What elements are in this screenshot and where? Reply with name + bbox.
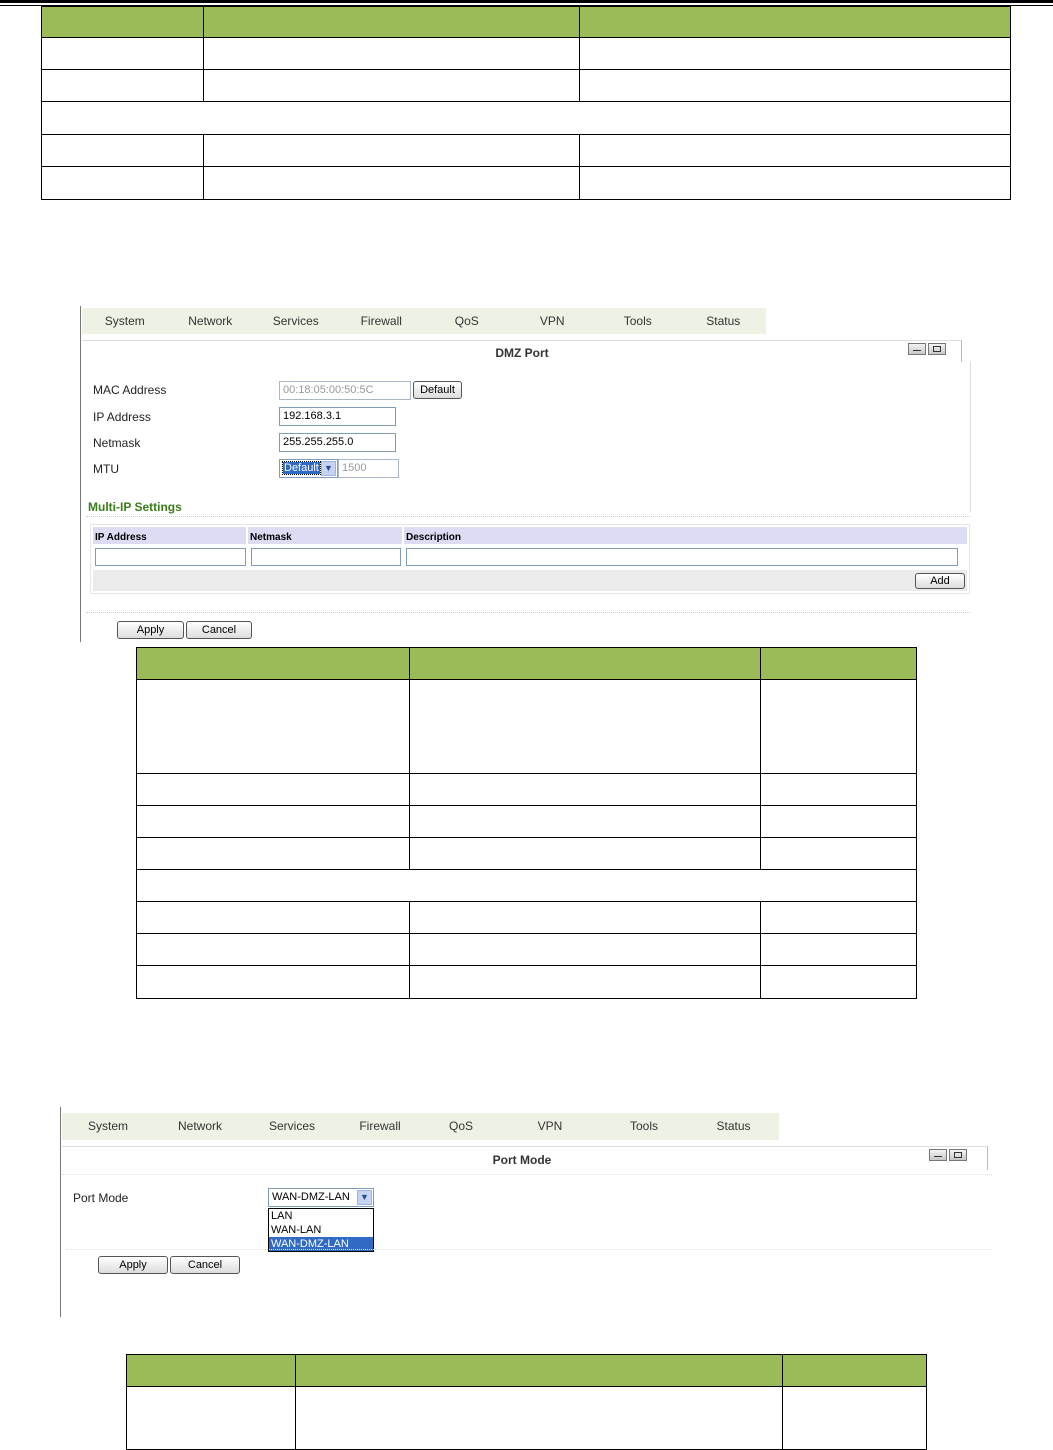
section-divider [86,516,970,517]
title-underline [62,1174,992,1175]
panel-title: DMZ Port [495,346,549,360]
multi-ip-heading: Multi-IP Settings [88,500,182,514]
mtu-select[interactable]: Default ▼ [279,459,338,478]
menu-network[interactable]: Network [168,308,254,334]
multi-ip-address-input[interactable] [95,548,246,566]
multi-ip-netmask-input[interactable] [251,548,401,566]
table-3 [126,1354,927,1450]
menu-vpn[interactable]: VPN [500,1113,600,1140]
port-mode-select-value: WAN-DMZ-LAN [272,1191,350,1203]
table-row [136,901,410,934]
minimize-icon[interactable] [908,343,926,355]
multi-ip-col-netmask: Netmask [248,527,402,544]
table-row [41,166,204,200]
table-row [136,679,410,774]
screenshot-left-border [80,306,81,642]
main-menu: System Network Services Firewall QoS VPN… [82,308,766,334]
cancel-button[interactable]: Cancel [170,1256,240,1274]
default-mac-button[interactable]: Default [413,381,462,399]
mac-address-label: MAC Address [93,383,167,397]
port-mode-select[interactable]: WAN-DMZ-LAN ▼ [268,1188,374,1207]
mtu-input[interactable]: 1500 [338,459,399,478]
table-row [136,933,410,966]
menu-tools[interactable]: Tools [600,1113,688,1140]
table-row [41,69,204,102]
mtu-select-value: Default [282,461,321,475]
maximize-icon[interactable] [928,343,946,355]
window-controls [929,1149,967,1161]
ip-address-input[interactable]: 192.168.3.1 [279,407,396,426]
table-1 [41,6,1011,200]
main-menu: System Network Services Firewall QoS VPN… [62,1113,779,1140]
mac-address-input[interactable]: 00:18:05:00:50:5C [279,381,411,400]
table-2-header [136,647,410,680]
table-row [41,37,204,70]
table-3-header [126,1354,296,1387]
chevron-down-icon: ▼ [321,461,336,476]
add-ip-button[interactable]: Add [915,573,965,589]
table-1-header [41,6,204,38]
bottom-divider [66,1249,992,1250]
ip-address-label: IP Address [93,410,151,424]
table-row-merged [41,101,1011,135]
table-row [41,134,204,167]
menu-services[interactable]: Services [246,1113,338,1140]
menu-status[interactable]: Status [681,308,767,334]
mtu-label: MTU [93,462,119,476]
menu-services[interactable]: Services [253,308,339,334]
maximize-icon[interactable] [949,1149,967,1161]
menu-firewall[interactable]: Firewall [338,1113,422,1140]
window-controls [908,343,946,355]
netmask-input[interactable]: 255.255.255.0 [279,433,396,452]
port-mode-label: Port Mode [73,1191,129,1205]
table-2 [136,647,917,999]
multi-ip-col-ip: IP Address [93,527,246,544]
menu-network[interactable]: Network [154,1113,246,1140]
screenshot-left-border [60,1107,61,1317]
menu-qos[interactable]: QoS [422,1113,500,1140]
panel-title: Port Mode [492,1153,552,1167]
table-row [136,837,410,870]
bottom-divider [86,612,970,613]
menu-vpn[interactable]: VPN [510,308,596,334]
table-row [136,805,410,838]
table-row [136,773,410,806]
multi-ip-footer [93,570,967,591]
port-mode-option-wan-lan[interactable]: WAN-LAN [269,1223,373,1237]
multi-ip-description-input[interactable] [406,548,958,566]
apply-button[interactable]: Apply [117,621,184,639]
table-row [136,965,410,999]
page-top-rule [0,0,1053,3]
menu-status[interactable]: Status [688,1113,779,1140]
minimize-icon[interactable] [929,1149,947,1161]
table-row-merged [136,869,917,902]
menu-qos[interactable]: QoS [424,308,510,334]
menu-firewall[interactable]: Firewall [339,308,425,334]
port-mode-dropdown: LAN WAN-LAN WAN-DMZ-LAN [268,1208,374,1252]
menu-system[interactable]: System [62,1113,154,1140]
port-mode-option-lan[interactable]: LAN [269,1209,373,1223]
cancel-button[interactable]: Cancel [186,621,252,639]
menu-system[interactable]: System [82,308,168,334]
menu-tools[interactable]: Tools [595,308,681,334]
table-row [126,1386,296,1450]
panel-right-edge [963,362,971,512]
multi-ip-col-description: Description [404,527,967,544]
netmask-label: Netmask [93,436,141,450]
apply-button[interactable]: Apply [98,1256,168,1274]
chevron-down-icon: ▼ [357,1190,372,1205]
